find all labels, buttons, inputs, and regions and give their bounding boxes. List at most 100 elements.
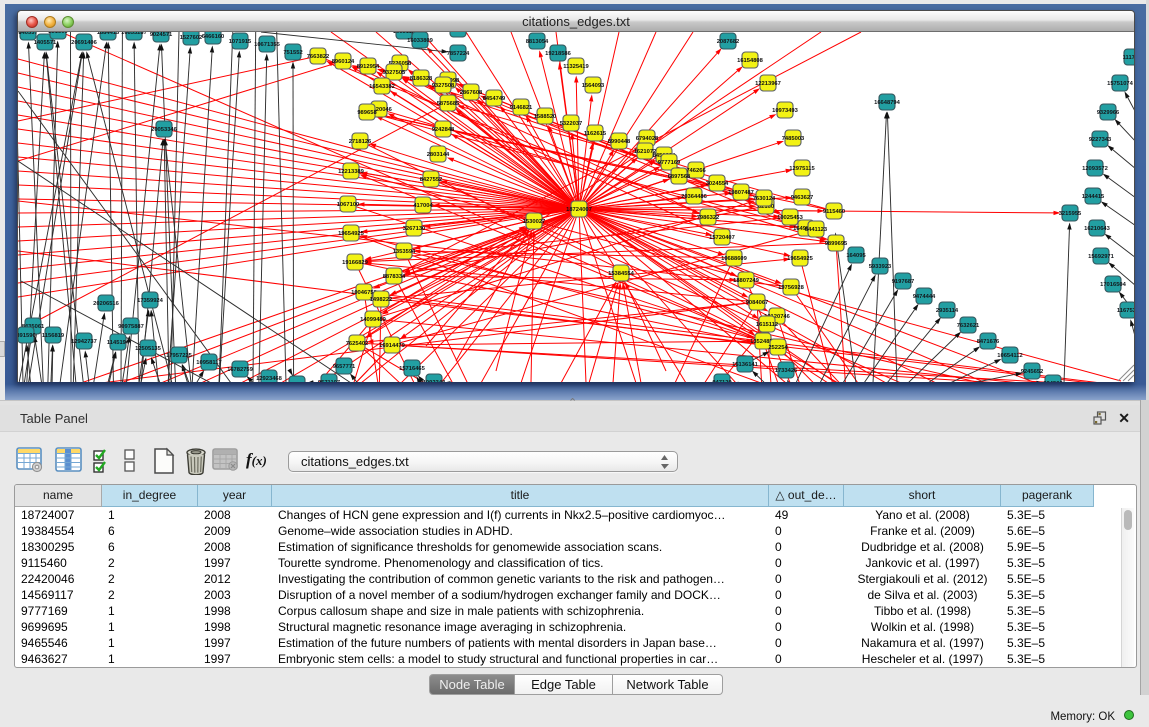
svg-text:1092344: 1092344 xyxy=(423,380,446,382)
svg-text:989658: 989658 xyxy=(357,110,377,116)
svg-text:9197687: 9197687 xyxy=(892,279,915,285)
svg-text:7663822: 7663822 xyxy=(307,54,330,60)
svg-text:1530027: 1530027 xyxy=(523,219,546,225)
svg-text:9084067: 9084067 xyxy=(746,300,769,306)
svg-text:12093572: 12093572 xyxy=(1082,166,1108,172)
svg-text:391590: 391590 xyxy=(18,333,36,339)
svg-text:9327508: 9327508 xyxy=(432,83,455,89)
svg-text:1162615: 1162615 xyxy=(584,131,607,137)
svg-text:15716465: 15716465 xyxy=(399,366,426,372)
svg-text:17016504: 17016504 xyxy=(1100,282,1127,288)
svg-text:6794028: 6794028 xyxy=(636,136,659,142)
svg-text:7986322: 7986322 xyxy=(697,215,720,221)
svg-text:417004: 417004 xyxy=(413,203,433,209)
svg-text:3024554: 3024554 xyxy=(706,181,729,187)
svg-text:20691406: 20691406 xyxy=(71,40,98,46)
svg-text:1498222: 1498222 xyxy=(370,297,393,303)
svg-text:1353594: 1353594 xyxy=(393,249,416,255)
svg-text:9463627: 9463627 xyxy=(791,195,814,201)
svg-text:8878334: 8878334 xyxy=(383,274,406,280)
svg-text:10688609: 10688609 xyxy=(721,256,748,262)
svg-text:1884415: 1884415 xyxy=(97,32,120,36)
svg-text:9115460: 9115460 xyxy=(823,209,845,215)
svg-text:1156819: 1156819 xyxy=(42,333,65,339)
svg-text:924506: 924506 xyxy=(1043,381,1063,382)
svg-text:947129: 947129 xyxy=(712,380,732,382)
svg-text:20206516: 20206516 xyxy=(93,301,120,307)
svg-text:1588520: 1588520 xyxy=(534,114,557,120)
svg-text:12213967: 12213967 xyxy=(755,81,781,87)
svg-text:7625402: 7625402 xyxy=(346,341,369,347)
svg-text:9329966: 9329966 xyxy=(1097,110,1120,116)
svg-text:8454749: 8454749 xyxy=(483,96,506,102)
svg-text:16543382: 16543382 xyxy=(369,84,395,90)
svg-text:2867608: 2867608 xyxy=(460,90,483,96)
svg-text:1527602: 1527602 xyxy=(180,35,203,41)
svg-text:16782759: 16782759 xyxy=(227,367,254,373)
svg-text:164095: 164095 xyxy=(846,253,866,259)
svg-text:16648794: 16648794 xyxy=(874,100,901,106)
svg-text:15384554: 15384554 xyxy=(608,271,635,277)
svg-text:9327505: 9327505 xyxy=(383,70,406,76)
svg-text:953176: 953176 xyxy=(448,32,468,33)
svg-text:840557: 840557 xyxy=(18,32,37,36)
svg-text:19756928: 19756928 xyxy=(778,285,805,291)
svg-text:10807487: 10807487 xyxy=(728,190,754,196)
svg-text:15720407: 15720407 xyxy=(709,235,735,241)
svg-text:6897568: 6897568 xyxy=(668,174,691,180)
svg-text:10654112: 10654112 xyxy=(997,353,1022,359)
svg-text:16914479: 16914479 xyxy=(379,343,406,349)
svg-text:5322037: 5322037 xyxy=(560,121,583,127)
svg-text:17957225: 17957225 xyxy=(166,353,193,359)
svg-text:11325419: 11325419 xyxy=(563,64,589,70)
svg-text:7485003: 7485003 xyxy=(782,136,805,142)
svg-text:15751074: 15751074 xyxy=(1107,81,1134,87)
svg-text:90975887: 90975887 xyxy=(118,324,144,330)
svg-text:12213389: 12213389 xyxy=(338,169,365,175)
svg-text:1405571: 1405571 xyxy=(34,40,57,46)
svg-text:20364486: 20364486 xyxy=(681,194,708,200)
svg-text:15692971: 15692971 xyxy=(1088,254,1115,260)
svg-text:8990448: 8990448 xyxy=(608,139,631,145)
svg-text:18807249: 18807249 xyxy=(733,278,760,284)
svg-text:9245652: 9245652 xyxy=(1021,369,1044,375)
svg-text:1071915: 1071915 xyxy=(229,39,252,45)
svg-text:18724007: 18724007 xyxy=(566,207,592,213)
svg-text:6466160: 6466160 xyxy=(202,34,225,40)
svg-text:9571107: 9571107 xyxy=(318,380,340,382)
svg-text:2087682: 2087682 xyxy=(717,39,740,45)
svg-text:19218586: 19218586 xyxy=(545,51,572,57)
svg-text:7632621: 7632621 xyxy=(957,323,980,329)
svg-text:7857224: 7857224 xyxy=(447,51,470,57)
svg-text:14099489: 14099489 xyxy=(360,317,387,323)
svg-text:1564093: 1564093 xyxy=(582,83,605,89)
svg-text:5933923: 5933923 xyxy=(869,264,892,270)
svg-text:20053346: 20053346 xyxy=(151,127,178,133)
svg-text:8960124: 8960124 xyxy=(332,59,355,65)
svg-text:1167533: 1167533 xyxy=(1117,308,1134,314)
svg-text:10973493: 10973493 xyxy=(772,108,799,114)
svg-text:2935114: 2935114 xyxy=(936,308,959,314)
svg-text:9146821: 9146821 xyxy=(510,105,533,111)
svg-text:1244415: 1244415 xyxy=(1082,194,1105,200)
svg-text:7630124: 7630124 xyxy=(753,196,776,202)
svg-text:2718126: 2718126 xyxy=(349,139,372,145)
svg-text:8186328: 8186328 xyxy=(410,76,433,82)
svg-text:1615112: 1615112 xyxy=(756,322,778,328)
svg-text:9024571: 9024571 xyxy=(150,32,173,38)
svg-text:8427552: 8427552 xyxy=(420,177,443,183)
svg-text:10671355: 10671355 xyxy=(254,42,281,48)
svg-text:3267130: 3267130 xyxy=(403,226,426,232)
svg-text:15136141: 15136141 xyxy=(732,362,759,368)
svg-text:10853287: 10853287 xyxy=(121,32,147,36)
svg-text:12923468: 12923468 xyxy=(256,376,283,382)
svg-text:12505135: 12505135 xyxy=(135,346,162,352)
svg-text:9242848: 9242848 xyxy=(432,127,455,133)
svg-text:111732: 111732 xyxy=(1123,55,1134,61)
svg-text:16154808: 16154808 xyxy=(737,58,764,64)
svg-text:252254: 252254 xyxy=(768,345,788,351)
svg-text:19654925: 19654925 xyxy=(787,256,814,262)
svg-text:8471676: 8471676 xyxy=(977,339,1000,345)
svg-text:1733426: 1733426 xyxy=(775,368,798,374)
svg-text:231309: 231309 xyxy=(48,32,68,35)
